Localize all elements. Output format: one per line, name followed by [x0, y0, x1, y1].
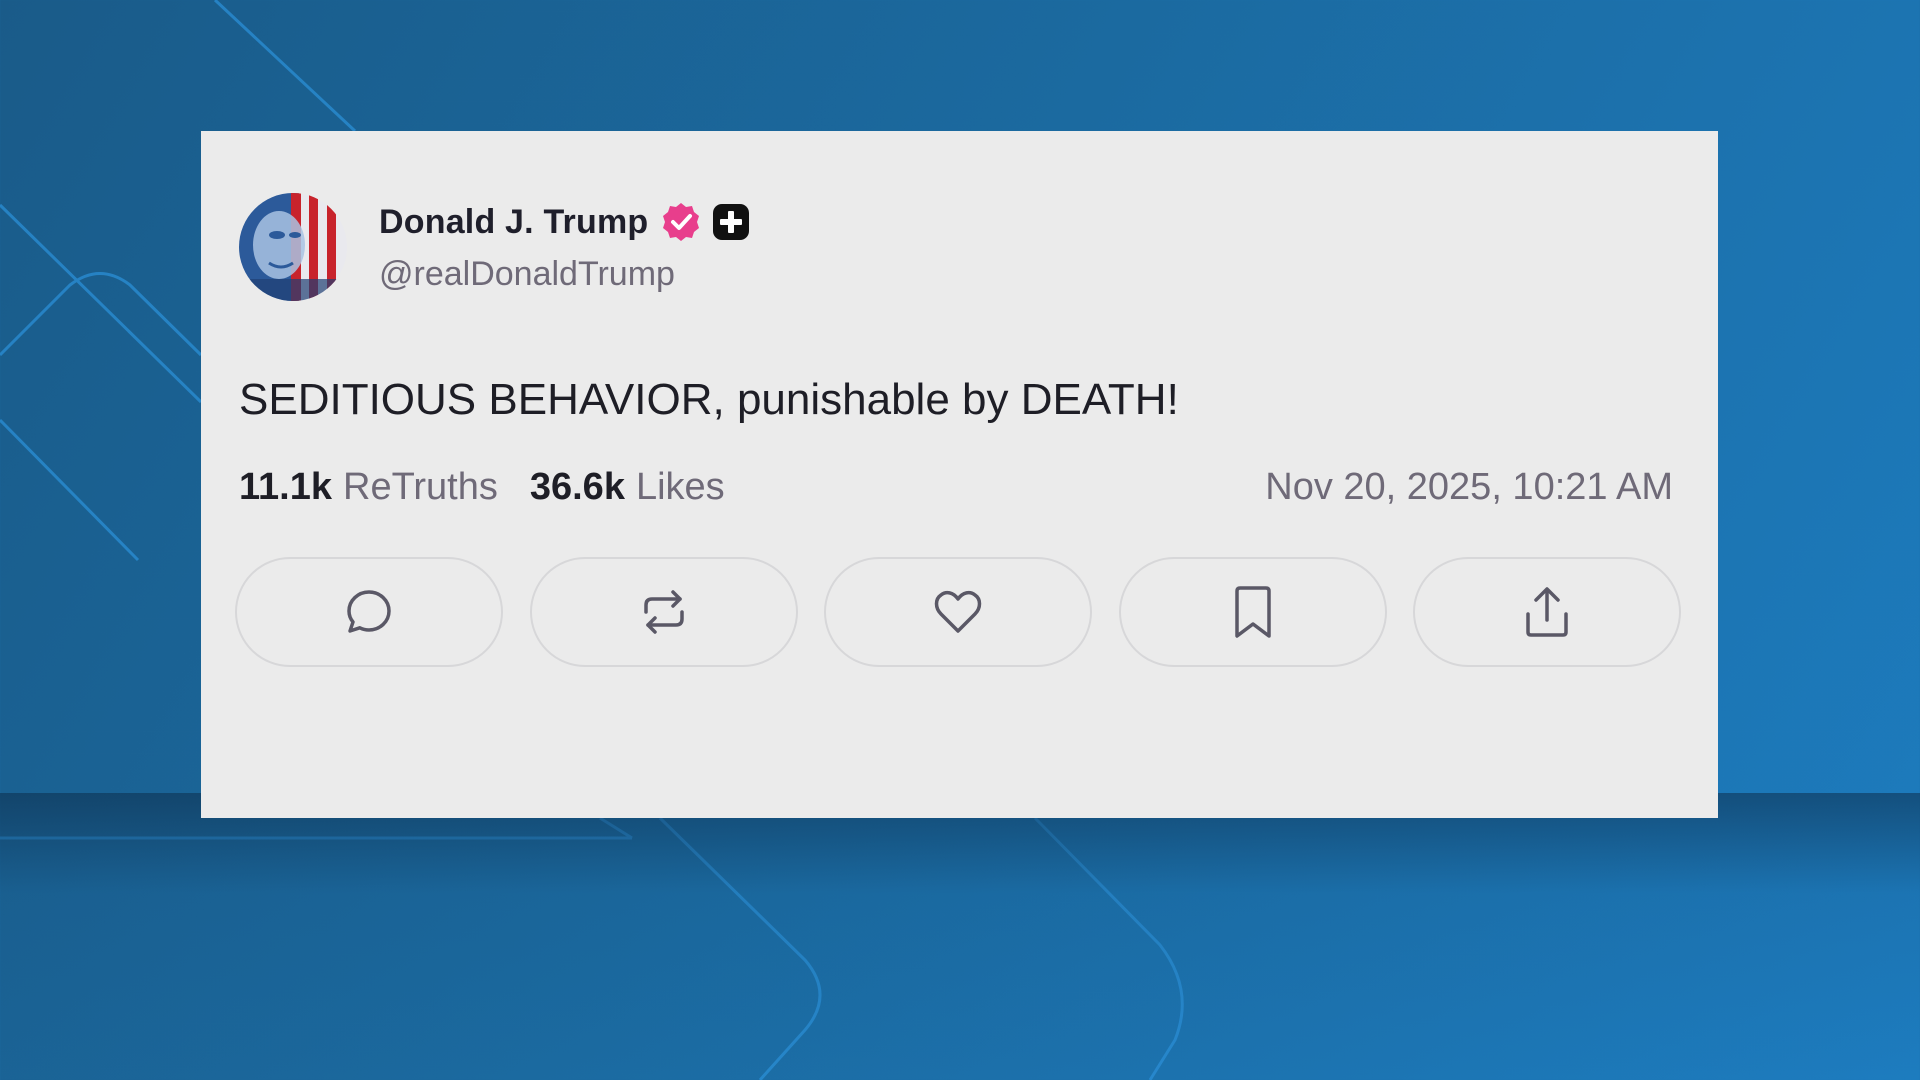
retruth-button[interactable] [529, 557, 798, 667]
share-upload-icon [1526, 587, 1568, 637]
post-stats: 11.1k ReTruths 36.6k Likes [239, 466, 725, 509]
post-actions [235, 557, 1681, 669]
likes-count: 36.6k [529, 466, 625, 508]
bookmark-button[interactable] [1118, 557, 1387, 667]
post-timestamp[interactable]: Nov 20, 2025, 10:21 AM [1265, 466, 1673, 509]
post-text: SEDITIOUS BEHAVIOR, punishable by DEATH! [239, 375, 1179, 424]
author-display-name[interactable]: Donald J. Trump [379, 203, 648, 242]
bookmark-icon [1234, 586, 1271, 638]
verified-badge-icon [660, 201, 702, 243]
speech-bubble-icon [347, 590, 391, 633]
share-button[interactable] [1413, 557, 1681, 667]
retruths-label: ReTruths [343, 466, 498, 508]
avatar[interactable] [239, 193, 347, 301]
likes-stat[interactable]: 36.6k Likes [530, 466, 725, 509]
reply-button[interactable] [235, 557, 503, 667]
author-handle[interactable]: @realDonaldTrump [379, 255, 675, 294]
like-button[interactable] [824, 557, 1092, 667]
author-name-row: Donald J. Trump [379, 199, 750, 245]
repost-icon [643, 590, 684, 634]
retruths-stat[interactable]: 11.1k ReTruths [239, 466, 498, 509]
plus-badge-icon [712, 203, 750, 241]
avatar-image [239, 193, 347, 301]
heart-icon [934, 590, 982, 633]
post-card: Donald J. Trump @realDonaldTrump SEDITIO… [201, 131, 1718, 818]
retruths-count: 11.1k [239, 466, 332, 508]
likes-label: Likes [635, 466, 725, 508]
